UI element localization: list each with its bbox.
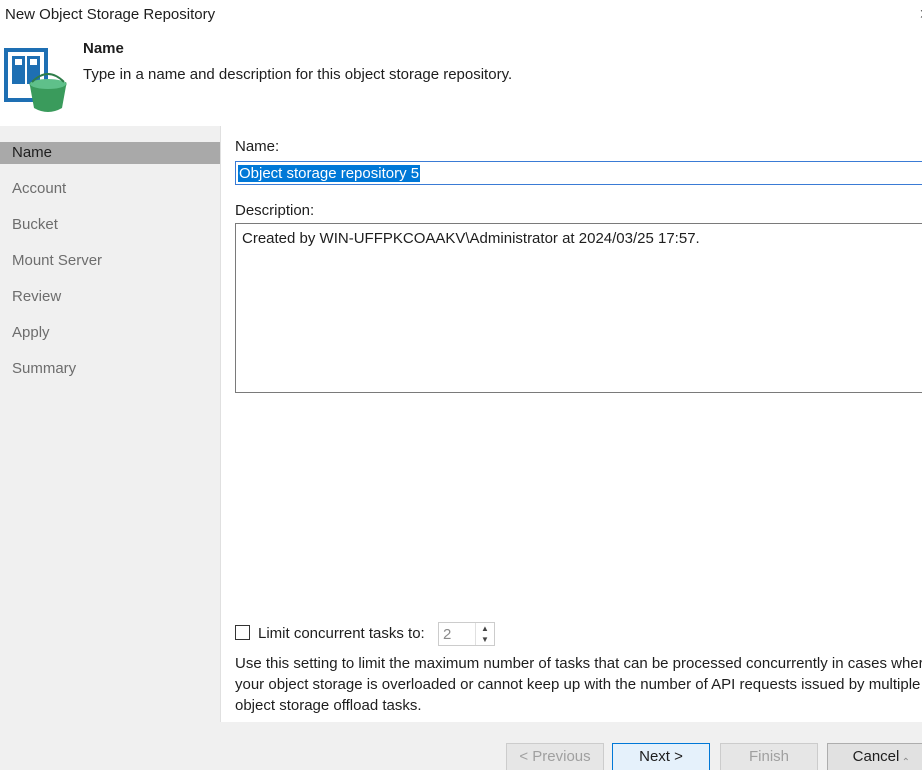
- sidebar-item-apply[interactable]: Apply: [0, 322, 220, 344]
- sidebar-item-review[interactable]: Review: [0, 286, 220, 308]
- limit-concurrent-tasks-checkbox[interactable]: [235, 625, 250, 640]
- help-line: your object storage is overloaded or can…: [235, 676, 921, 693]
- window-title: New Object Storage Repository: [5, 6, 216, 23]
- wizard-header: Name Type in a name and description for …: [0, 30, 922, 126]
- limit-concurrent-tasks-label: Limit concurrent tasks to:: [258, 625, 425, 642]
- sidebar-item-mount-server[interactable]: Mount Server: [0, 250, 220, 272]
- step-title: Name: [83, 40, 124, 57]
- stepper-up-icon[interactable]: ▲: [476, 623, 494, 634]
- sidebar-item-bucket[interactable]: Bucket: [0, 214, 220, 236]
- name-label: Name:: [235, 138, 280, 155]
- stepper-down-icon[interactable]: ▼: [476, 634, 494, 645]
- name-field-value: Object storage repository 5: [238, 165, 421, 182]
- finish-button[interactable]: Finish: [720, 743, 818, 770]
- wizard-body: Name Account Bucket Mount Server Review …: [0, 126, 922, 722]
- concurrent-tasks-stepper[interactable]: 2 ▲ ▼: [438, 622, 495, 646]
- wizard-footer: < Previous Next > Finish Cancel ⌃: [0, 722, 922, 770]
- next-button[interactable]: Next >: [612, 743, 710, 770]
- wizard-window: New Object Storage Repository › Name Typ…: [0, 0, 922, 770]
- sidebar-item-name[interactable]: Name: [0, 142, 220, 164]
- resize-grip-icon[interactable]: ⌃: [902, 757, 910, 768]
- object-storage-repository-icon: [4, 48, 67, 112]
- limit-help-text: Use this setting to limit the maximum nu…: [235, 653, 922, 716]
- step-content: Name: Object storage repository 5 Descri…: [220, 126, 922, 722]
- description-field[interactable]: Created by WIN-UFFPKCOAAKV\Administrator…: [235, 223, 922, 393]
- stepper-buttons: ▲ ▼: [475, 623, 494, 645]
- name-field[interactable]: Object storage repository 5: [235, 161, 922, 185]
- previous-button[interactable]: < Previous: [506, 743, 604, 770]
- description-field-value: Created by WIN-UFFPKCOAAKV\Administrator…: [242, 230, 700, 247]
- title-bar: New Object Storage Repository ›: [0, 0, 922, 30]
- step-description: Type in a name and description for this …: [83, 66, 513, 83]
- help-line: object storage offload tasks.: [235, 697, 422, 714]
- help-line: Use this setting to limit the maximum nu…: [235, 655, 922, 672]
- sidebar-item-account[interactable]: Account: [0, 178, 220, 200]
- wizard-steps-sidebar: Name Account Bucket Mount Server Review …: [0, 126, 220, 722]
- description-label: Description:: [235, 202, 315, 219]
- sidebar-item-summary[interactable]: Summary: [0, 358, 220, 380]
- concurrent-tasks-value: 2: [443, 626, 452, 643]
